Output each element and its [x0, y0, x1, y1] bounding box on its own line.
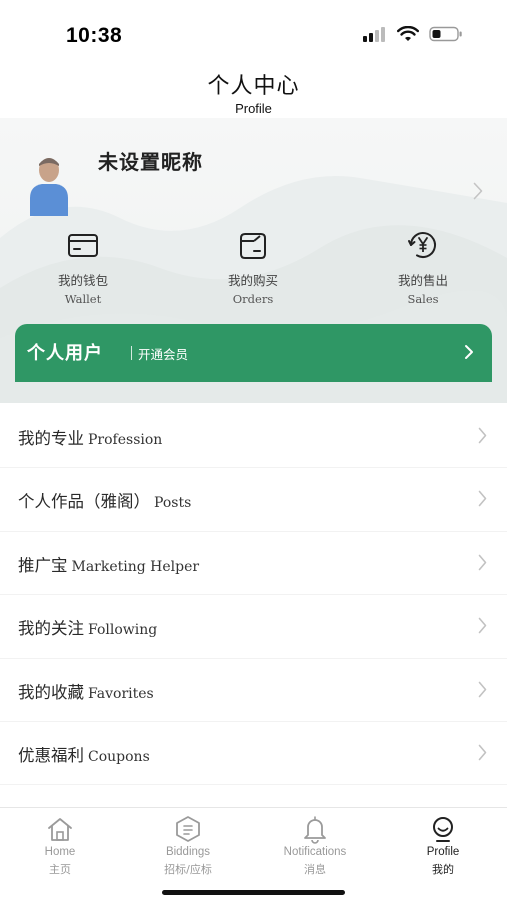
page-subtitle: Profile: [235, 101, 272, 116]
menu-item-label: 我的关注 Following: [18, 615, 157, 639]
tab-label-cn: 主页: [49, 863, 71, 876]
yen-icon: [408, 232, 436, 258]
home-icon: [48, 818, 72, 841]
menu-item-profession[interactable]: 我的专业 Profession: [0, 405, 507, 469]
menu-item-label: 个人作品（雅阁） Posts: [18, 488, 191, 512]
menu-label-en: Favorites: [88, 685, 154, 702]
tab-notifications[interactable]: Notifications 消息: [255, 814, 375, 877]
bell-icon: [304, 816, 326, 844]
chevron-right-icon: [478, 681, 487, 697]
menu-label-cn: 我的关注: [18, 619, 84, 639]
menu-item-label: 推广宝 Marketing Helper: [18, 552, 199, 576]
sales-button[interactable]: 我的售出 Sales: [373, 228, 473, 306]
menu-item-following[interactable]: 我的关注 Following: [0, 595, 507, 659]
menu-label-cn: 我的专业: [18, 429, 84, 448]
orders-label-cn: 我的购买: [227, 273, 278, 288]
menu-label-cn: 推广宝: [18, 555, 68, 575]
menu-label-en: Posts: [154, 495, 192, 512]
member-title: 个人用户: [27, 343, 103, 364]
wallet-label-cn: 我的钱包: [57, 273, 108, 288]
wallet-icon: [68, 234, 98, 257]
menu-label-en: Profession: [88, 432, 163, 448]
tab-label-cn: 招标/应标: [164, 863, 212, 876]
tab-label-en: Home: [44, 846, 76, 858]
menu-item-coupons[interactable]: 优惠福利 Coupons: [0, 722, 507, 786]
chevron-right-icon: [478, 617, 487, 634]
home-indicator: [162, 890, 345, 895]
avatar[interactable]: [24, 150, 74, 216]
chevron-right-icon: [478, 744, 487, 761]
page-title: 个人中心: [207, 74, 300, 99]
orders-icon: [240, 233, 266, 259]
chevron-right-icon[interactable]: [464, 344, 474, 360]
tab-biddings[interactable]: Biddings 招标/应标: [128, 814, 248, 877]
tab-label-en: Biddings: [165, 846, 211, 858]
quick-actions: 我的钱包 Wallet 我的购买 Orders 我的售出 Sales: [0, 228, 507, 308]
bidding-icon: [176, 816, 200, 842]
menu-label-en: Coupons: [88, 748, 150, 765]
sales-label-en: Sales: [407, 292, 439, 306]
chevron-right-icon: [478, 554, 487, 571]
tab-bar: Home 主页 Biddings 招标/应标 Notifications 消息 …: [0, 807, 507, 900]
tab-label-en: Notifications: [283, 846, 347, 858]
profile-icon: [433, 817, 453, 842]
chevron-right-icon: [478, 491, 487, 507]
chevron-right-icon[interactable]: [473, 182, 483, 200]
orders-label-en: Orders: [232, 292, 274, 306]
menu-item-label: 优惠福利 Coupons: [18, 742, 150, 766]
wifi-icon: [397, 26, 419, 41]
menu-label-en: Marketing Helper: [71, 558, 200, 575]
menu-item-posts[interactable]: 个人作品（雅阁） Posts: [0, 468, 507, 532]
menu-label-cn: 个人作品（雅阁）: [18, 492, 150, 512]
battery-icon: [429, 26, 462, 42]
nickname[interactable]: 未设置昵称: [98, 146, 203, 175]
wallet-button[interactable]: 我的钱包 Wallet: [33, 228, 133, 306]
status-time: 10:38: [66, 24, 123, 47]
tab-label-cn: 消息: [304, 863, 326, 876]
status-bar: 10:38: [0, 0, 507, 62]
menu-label-cn: 我的收藏: [18, 682, 84, 702]
menu-label-en: Following: [88, 622, 158, 639]
menu-label-cn: 优惠福利: [18, 745, 84, 765]
member-banner[interactable]: 个人用户 开通会员: [15, 324, 492, 382]
sales-label-cn: 我的售出: [397, 273, 448, 288]
menu-item-marketing-helper[interactable]: 推广宝 Marketing Helper: [0, 532, 507, 596]
wallet-label-en: Wallet: [64, 292, 102, 306]
member-divider: [131, 346, 132, 360]
profile-row[interactable]: 未设置昵称: [0, 136, 507, 236]
open-membership-link[interactable]: 开通会员: [138, 344, 188, 363]
menu-item-label: 我的收藏 Favorites: [18, 679, 154, 703]
menu-item-label: 我的专业 Profession: [18, 425, 162, 449]
status-icons: [363, 26, 463, 42]
tab-home[interactable]: Home 主页: [0, 814, 120, 877]
profile-hero: 未设置昵称 我的钱包 Wallet 我的购买 Orders 我的售出 Sales…: [0, 118, 507, 403]
chevron-right-icon: [478, 427, 487, 444]
menu-list: 我的专业 Profession 个人作品（雅阁） Posts 推广宝 Marketin…: [0, 405, 507, 786]
orders-button[interactable]: 我的购买 Orders: [203, 228, 303, 306]
menu-item-favorites[interactable]: 我的收藏 Favorites: [0, 659, 507, 722]
tab-label-cn: 我的: [432, 863, 454, 876]
page-header: 个人中心 Profile: [0, 62, 507, 118]
tab-label-en: Profile: [426, 846, 460, 858]
tab-profile[interactable]: Profile 我的: [383, 814, 503, 877]
signal-icon: [363, 27, 385, 42]
